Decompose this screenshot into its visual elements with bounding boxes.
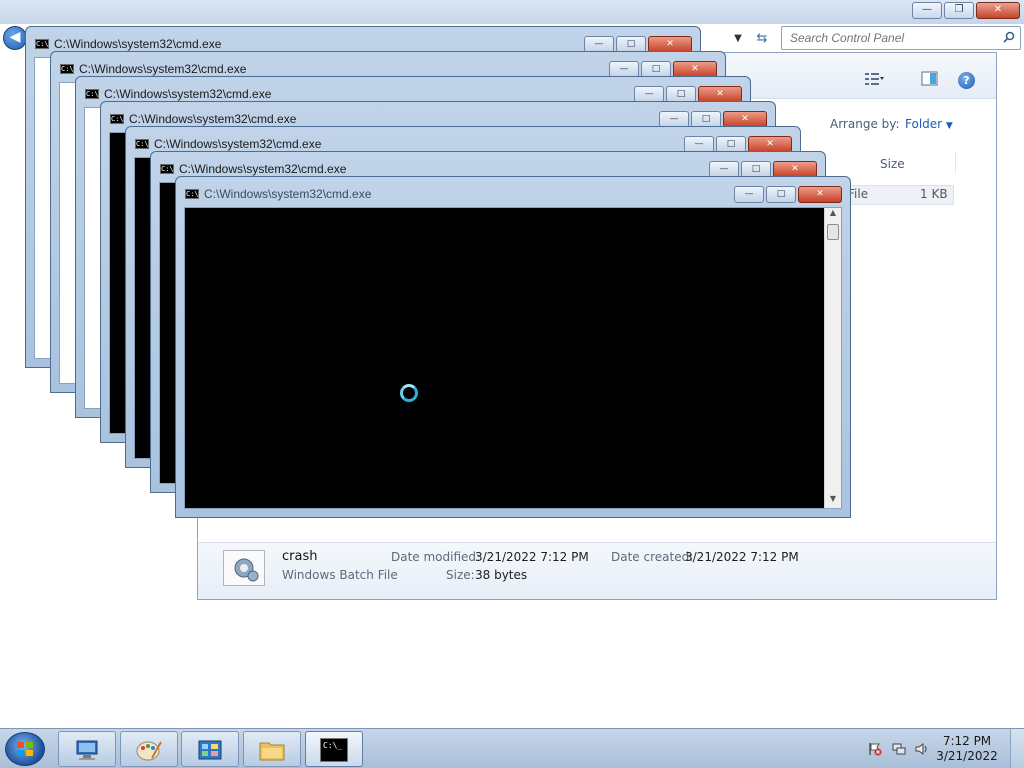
remote-desktop-icon — [76, 740, 98, 760]
batch-file-icon — [223, 550, 265, 586]
cmd-icon: C:\ — [85, 89, 99, 99]
date-created-label: Date created: — [611, 550, 694, 564]
explorer-titlebar: — ❐ ✕ — [0, 0, 1024, 24]
close-button[interactable]: ✕ — [798, 186, 842, 203]
minimize-button[interactable]: — — [734, 186, 764, 203]
search-input[interactable] — [782, 27, 992, 49]
minimize-button[interactable]: — — [912, 2, 942, 19]
cmd-console-area[interactable]: ▲ ▼ — [184, 207, 842, 509]
show-desktop-button[interactable] — [1010, 729, 1024, 768]
cmd-icon: C:\ — [60, 64, 74, 74]
file-name: crash — [282, 549, 318, 564]
network-icon[interactable] — [892, 742, 906, 756]
search-icon[interactable] — [1003, 31, 1015, 43]
close-button[interactable]: ✕ — [976, 2, 1020, 19]
taskbar-button-cmd[interactable]: C:\_ — [305, 731, 363, 767]
taskbar: C:\_ 7:12 PM 3/21/2022 — [0, 728, 1024, 768]
cmd-icon: C:\ — [185, 189, 199, 199]
scrollbar-thumb[interactable] — [827, 224, 839, 240]
date-modified-value: 3/21/2022 7:12 PM — [475, 550, 589, 564]
paint-icon — [136, 741, 162, 761]
address-dropdown-button[interactable]: ▼ — [728, 28, 748, 50]
volume-icon[interactable] — [915, 742, 929, 756]
cmd-icon: C:\_ — [320, 738, 348, 762]
details-pane: crash Windows Batch File Date modified: … — [198, 542, 996, 599]
file-type: Windows Batch File — [282, 568, 398, 582]
cmd-window-title: C:\Windows\system32\cmd.exe — [154, 137, 322, 151]
action-center-flag-icon[interactable] — [868, 742, 882, 756]
scroll-down-arrow-icon[interactable]: ▼ — [825, 494, 841, 508]
arrange-by-value: Folder — [905, 117, 943, 131]
cmd-window-title: C:\Windows\system32\cmd.exe — [79, 62, 247, 76]
cmd-window-title: C:\Windows\system32\cmd.exe — [204, 187, 372, 201]
arrange-by-label: Arrange by: — [830, 117, 900, 131]
cmd-icon: C:\ — [160, 164, 174, 174]
column-header-size[interactable]: Size — [880, 157, 905, 171]
taskbar-clock[interactable]: 7:12 PM 3/21/2022 — [932, 734, 1002, 764]
cmd-window-controls: — □ ✕ — [734, 186, 842, 203]
cmd-window-active[interactable]: C:\ C:\Windows\system32\cmd.exe — □ ✕ ▲ … — [175, 176, 851, 518]
explorer-window-controls: — ❐ ✕ — [912, 2, 1020, 19]
explorer-folder-icon — [259, 742, 285, 761]
change-view-icon[interactable] — [864, 71, 884, 87]
date-modified-label: Date modified: — [391, 550, 481, 564]
clock-time: 7:12 PM — [942, 734, 992, 748]
taskbar-button-paint[interactable] — [120, 731, 178, 767]
taskbar-button-explorer[interactable] — [243, 731, 301, 767]
control-panel-icon — [198, 740, 222, 760]
refresh-button[interactable]: ⇆ — [750, 28, 774, 50]
preview-pane-icon[interactable] — [920, 71, 940, 87]
busy-cursor-icon — [400, 384, 418, 402]
column-divider[interactable] — [955, 151, 956, 173]
file-size-cell: 1 KB — [920, 187, 948, 201]
cmd-window-title: C:\Windows\system32\cmd.exe — [54, 37, 222, 51]
cmd-icon: C:\ — [35, 39, 49, 49]
search-box[interactable] — [781, 26, 1021, 50]
chevron-down-icon: ▼ — [945, 121, 953, 131]
clock-date: 3/21/2022 — [936, 749, 998, 763]
taskbar-button-control-panel[interactable] — [181, 731, 239, 767]
file-type-cell: File — [848, 187, 869, 201]
cmd-window-title: C:\Windows\system32\cmd.exe — [179, 162, 347, 176]
size-label: Size: — [446, 568, 475, 582]
back-button[interactable]: ◀ — [3, 26, 27, 50]
help-icon[interactable]: ? — [958, 72, 975, 89]
size-value: 38 bytes — [475, 568, 528, 582]
maximize-button[interactable]: □ — [766, 186, 796, 203]
scroll-up-arrow-icon[interactable]: ▲ — [825, 208, 841, 222]
cmd-window-title: C:\Windows\system32\cmd.exe — [129, 112, 297, 126]
taskbar-button-remote-desktop[interactable] — [58, 731, 116, 767]
date-created-value: 3/21/2022 7:12 PM — [685, 550, 799, 564]
vertical-scrollbar[interactable]: ▲ ▼ — [824, 208, 841, 508]
arrange-by-dropdown[interactable]: Folder ▼ — [905, 117, 953, 131]
cmd-icon: C:\ — [110, 114, 124, 124]
cmd-icon: C:\ — [135, 139, 149, 149]
start-button[interactable] — [5, 732, 45, 766]
restore-button[interactable]: ❐ — [944, 2, 974, 19]
windows-logo-icon — [17, 742, 33, 756]
cmd-window-title: C:\Windows\system32\cmd.exe — [104, 87, 272, 101]
